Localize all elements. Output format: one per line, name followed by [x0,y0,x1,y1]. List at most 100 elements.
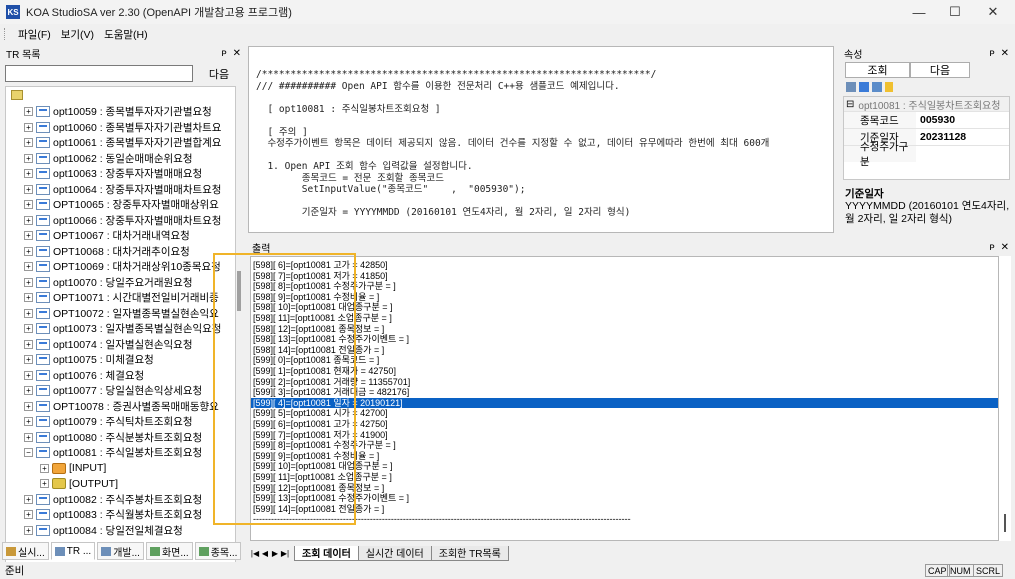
tab-query-data[interactable]: 조회 데이터 [294,545,359,561]
expand-icon[interactable]: + [24,184,33,194]
tab-queried-tr-list[interactable]: 조회한 TR목록 [430,545,509,561]
tab-stock[interactable]: 종목... [194,542,242,560]
expand-icon[interactable]: + [24,231,33,241]
scroll-thumb[interactable] [1004,514,1006,532]
categorized-icon[interactable] [846,82,856,92]
tree-item[interactable]: + OPT10072 : 일자별종목별실현손익요 [24,306,219,322]
tree-item[interactable]: + opt10062 : 동일순매매순위요청 [24,151,193,167]
tree-item[interactable]: + OPT10065 : 장중투자자별매매상위요 [24,197,219,213]
tree-item[interactable]: + opt10059 : 종목별투자자기관별요청 [24,104,212,120]
tab-realtime[interactable]: 실시... [2,542,49,560]
tree-item[interactable]: + opt10074 : 일자별실현손익요청 [24,337,193,353]
tree-item[interactable]: + opt10070 : 당일주요거래원요청 [24,275,193,291]
expand-icon[interactable]: + [24,246,33,256]
expand-icon[interactable]: + [24,370,33,380]
tree-item[interactable]: + opt10061 : 종목별투자자기관별합계요 [24,135,221,151]
tree-item[interactable]: + OPT10068 : 대차거래추이요청 [24,244,190,260]
tree-item[interactable]: + OPT10071 : 시간대별전일비거래비중 [24,290,219,306]
tree-item[interactable]: + OPT10078 : 증권사별종목매매동향요 [24,399,219,415]
menu-view[interactable]: 보기(V) [56,27,99,42]
tab-dev[interactable]: 개발... [97,542,144,560]
tree-item[interactable]: + opt10083 : 주식월봉차트조회요청 [24,507,202,523]
prev-tab-icon[interactable]: ◀ [260,549,270,558]
tree-item[interactable]: − opt10081 : 주식일봉차트조회요청 [24,445,202,461]
close-button[interactable]: ✕ [971,0,1015,24]
expand-icon[interactable]: + [24,277,33,287]
expand-icon[interactable]: + [24,308,33,318]
expand-icon[interactable]: + [24,215,33,225]
code-line: 수정주가이벤트 항목은 데이터 제공되지 않음. 데이터 건수를 지정할 수 없… [256,138,770,149]
next-tab-icon[interactable]: ▶ [270,549,280,558]
panel-close-icon[interactable]: ✕ [1001,242,1009,253]
collapse-icon[interactable]: − [24,448,33,458]
tree-item[interactable]: + opt10073 : 일자별종목별실현손익요청 [24,321,221,337]
tree-item[interactable]: + opt10075 : 미체결요청 [24,352,154,368]
pin-icon[interactable]: ᴘ [989,48,994,59]
expand-icon[interactable]: + [24,494,33,504]
events-icon[interactable] [885,82,893,92]
property-row[interactable]: 종목코드 005930 [844,111,1009,128]
property-group-header[interactable]: ⊟ opt10081 : 주식일봉차트조회요청 [844,97,1009,111]
tab-icon [6,546,16,556]
menu-help[interactable]: 도움말(H) [99,27,153,42]
tree-item[interactable]: + opt10066 : 장중투자자별매매차트요청 [24,213,221,229]
menu-file[interactable]: 파일(F) [13,27,56,42]
collapse-icon[interactable]: ⊟ [846,99,854,110]
expand-icon[interactable]: + [24,386,33,396]
expand-icon[interactable]: + [24,262,33,272]
expand-icon[interactable]: + [40,463,49,473]
tree-item[interactable]: + opt10076 : 체결요청 [24,368,144,384]
expand-icon[interactable]: + [24,200,33,210]
output-list[interactable]: [598][ 6]=[opt10081 고가 = 42850] [598][ 7]… [250,256,999,541]
sort-az-icon[interactable] [859,82,869,92]
query-button[interactable]: 조회 [845,62,910,78]
expand-icon[interactable]: + [24,122,33,132]
pin-icon[interactable]: ᴘ [221,48,226,59]
expand-icon[interactable]: + [24,324,33,334]
first-tab-icon[interactable]: |◀ [250,549,260,558]
tree-item[interactable]: + OPT10069 : 대차거래상위10종목요청 [24,259,221,275]
tree-item[interactable]: + opt10064 : 장중투자자별매매차트요청 [24,182,221,198]
tr-next-button[interactable]: 다음 [197,65,241,82]
tr-sheet-icon [36,307,50,319]
tab-tr[interactable]: TR ... [50,542,96,560]
tree-item[interactable]: + opt10084 : 당일전일체결요청 [24,523,183,539]
expand-icon[interactable]: + [24,293,33,303]
tree-item[interactable]: + opt10080 : 주식분봉차트조회요청 [24,430,202,446]
output-line-selected[interactable]: [599][ 4]=[opt10081 일자 = 20190121] [251,397,998,409]
tree-item[interactable]: + opt10060 : 종목별투자자기관별차트요 [24,120,221,136]
tab-realtime-data[interactable]: 실시간 데이터 [357,545,432,561]
expand-icon[interactable]: + [24,153,33,163]
tree-item[interactable]: + [INPUT] [40,461,106,477]
expand-icon[interactable]: + [24,355,33,365]
expand-icon[interactable]: + [24,525,33,535]
expand-icon[interactable]: + [24,138,33,148]
expand-icon[interactable]: + [24,510,33,520]
tree-item[interactable]: + opt10077 : 당일실현손익상세요청 [24,383,202,399]
tr-search-input[interactable] [5,65,193,82]
panel-close-icon[interactable]: ✕ [233,48,241,59]
sample-code-text[interactable]: /***************************************… [256,69,829,219]
tab-screen[interactable]: 화면... [145,542,193,560]
tree-item[interactable]: + opt10063 : 장중투자자별매매요청 [24,166,202,182]
expand-icon[interactable]: + [24,432,33,442]
sample-code-panel[interactable]: /***************************************… [248,46,834,233]
expand-icon[interactable]: + [24,339,33,349]
expand-icon[interactable]: + [24,401,33,411]
output-vertical-scrollbar[interactable] [999,256,1011,541]
expand-icon[interactable]: + [40,479,49,489]
panel-close-icon[interactable]: ✕ [1001,48,1009,59]
property-pages-icon[interactable] [872,82,882,92]
pin-icon[interactable]: ᴘ [989,242,994,253]
tree-item[interactable]: + OPT10067 : 대차거래내역요청 [24,228,190,244]
last-tab-icon[interactable]: ▶| [280,549,290,558]
expand-icon[interactable]: + [24,417,33,427]
tree-item[interactable]: + opt10079 : 주식틱차트조회요청 [24,414,193,430]
tree-item[interactable]: + [OUTPUT] [40,476,118,492]
tree-item[interactable]: + opt10082 : 주식주봉차트조회요청 [24,492,202,508]
next-button[interactable]: 다음 [910,62,970,78]
property-row[interactable]: 수정주가구분 [844,141,1009,168]
expand-icon[interactable]: + [24,107,33,117]
tr-panel-header: TR 목록 ᴘ ✕ [2,46,245,61]
expand-icon[interactable]: + [24,169,33,179]
